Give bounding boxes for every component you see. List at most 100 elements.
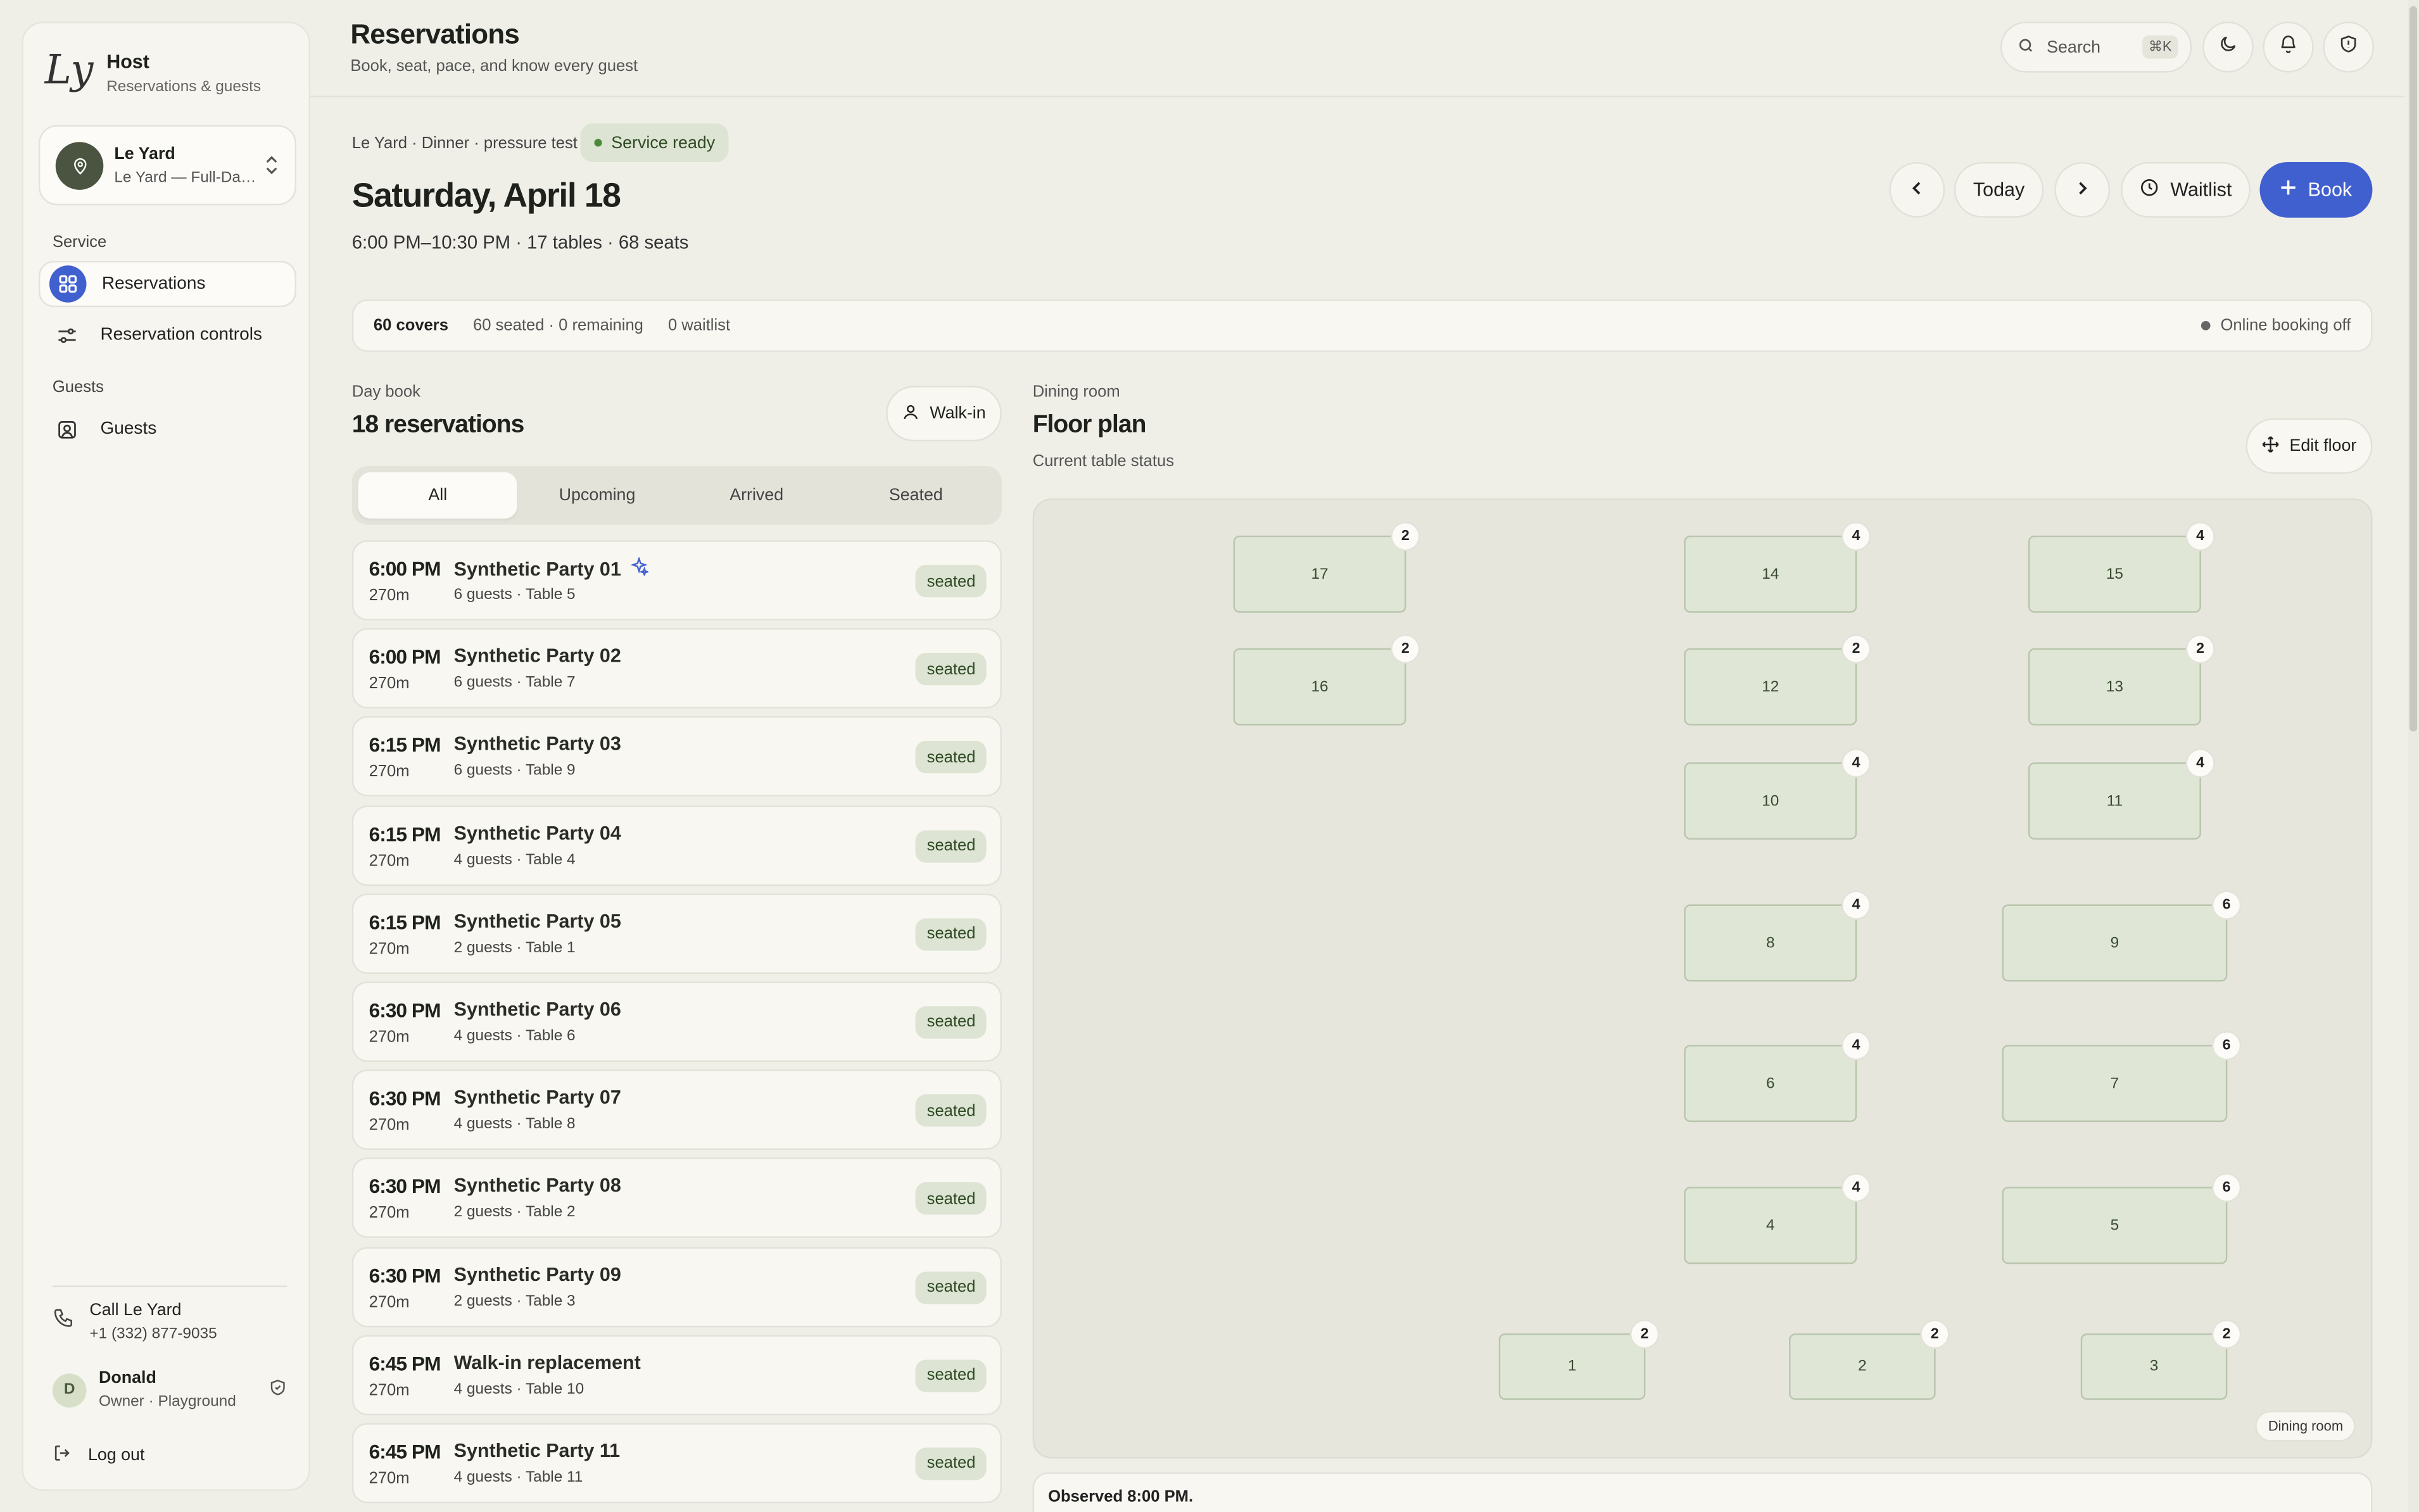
prev-day-button[interactable] (1889, 161, 1945, 218)
sidebar-item-label: Guests (100, 420, 157, 439)
logout-button[interactable]: Log out (53, 1443, 145, 1468)
sidebar-item-guests[interactable]: Guests (39, 406, 296, 452)
floor-table-3[interactable]: 3 2 (2080, 1321, 2240, 1400)
floor-table-14[interactable]: 14 4 (1684, 523, 1869, 613)
status-badge: seated (916, 1359, 987, 1392)
reservation-list: 6:00 PM 270m Synthetic Party 01 6 guests… (351, 540, 1002, 1511)
table-number: 13 (2106, 678, 2123, 696)
sidebar-item-reservations[interactable]: Reservations (38, 260, 296, 308)
sidebar-divider (52, 1285, 287, 1287)
page-title: Reservations (350, 18, 520, 49)
floor-table-7[interactable]: 7 6 (2002, 1032, 2240, 1123)
reservation-row[interactable]: 6:30 PM 270m Synthetic Party 09 2 guests… (351, 1246, 1002, 1327)
room-tag[interactable]: Dining room (2256, 1410, 2356, 1442)
table-number: 16 (1311, 678, 1329, 696)
reservation-name: Synthetic Party 07 (453, 1087, 621, 1109)
sidebar-item-reservation-controls[interactable]: Reservation controls (39, 312, 296, 358)
app-root: Ly Host Reservations & guests Le Yard Le… (0, 0, 2419, 1512)
table-capacity: 2 (1392, 636, 1419, 662)
reservation-row[interactable]: 6:30 PM 270m Synthetic Party 07 4 guests… (351, 1069, 1002, 1150)
reservation-row[interactable]: 6:45 PM 270m Synthetic Party 11 4 guests… (351, 1423, 1002, 1503)
sliders-icon (48, 317, 85, 354)
security-button[interactable] (2323, 22, 2374, 73)
theme-toggle-button[interactable] (2202, 22, 2254, 73)
venue-switcher[interactable]: Le Yard Le Yard — Full-Da… (38, 125, 296, 206)
floor-table-11[interactable]: 11 4 (2028, 750, 2214, 840)
floor-table-8[interactable]: 8 4 (1684, 891, 1869, 982)
reservation-row[interactable]: 6:30 PM 270m Synthetic Party 06 4 guests… (351, 981, 1002, 1062)
user-profile[interactable]: D Donald Owner · Playground (52, 1369, 287, 1411)
reservation-row[interactable]: 6:30 PM 270m Synthetic Party 08 2 guests… (351, 1157, 1002, 1238)
floor-table-10[interactable]: 10 4 (1684, 750, 1869, 840)
search-input[interactable]: Search ⌘K (2000, 22, 2192, 73)
reservation-name: Synthetic Party 04 (453, 822, 621, 844)
observed-note: Observed 8:00 PM. (1032, 1472, 2373, 1512)
floor-table-16[interactable]: 16 2 (1233, 636, 1419, 726)
floor-table-17[interactable]: 17 2 (1233, 523, 1419, 613)
edit-floor-button[interactable]: Edit floor (2245, 418, 2373, 474)
table-capacity: 2 (1921, 1321, 1948, 1347)
next-day-button[interactable] (2054, 161, 2111, 218)
floor-plan-canvas: 17 2 14 4 15 4 16 2 12 2 13 2 10 4 11 4 (1032, 498, 2373, 1459)
reservation-row[interactable]: 6:00 PM 270m Synthetic Party 01 6 guests… (351, 540, 1002, 621)
reservation-duration: 270m (369, 1469, 410, 1488)
floor-table-15[interactable]: 15 4 (2028, 523, 2214, 613)
floor-table-13[interactable]: 13 2 (2028, 636, 2214, 726)
tab-all[interactable]: All (358, 472, 518, 519)
reservation-name: Synthetic Party 09 (453, 1263, 621, 1285)
today-button[interactable]: Today (1954, 161, 2044, 218)
tab-upcoming[interactable]: Upcoming (517, 472, 677, 519)
sparkle-icon (630, 556, 651, 581)
phone-icon (53, 1307, 74, 1337)
reservation-time: 6:00 PM (369, 645, 441, 669)
book-button[interactable]: Book (2259, 161, 2373, 218)
notifications-button[interactable] (2263, 22, 2314, 73)
reservation-time: 6:30 PM (369, 1263, 441, 1287)
call-phone: +1 (332) 877-9035 (89, 1325, 217, 1343)
floor-table-6[interactable]: 6 4 (1684, 1032, 1869, 1123)
floor-table-1[interactable]: 1 2 (1498, 1321, 1658, 1400)
stat-seated: 60 seated · 0 remaining (473, 316, 643, 335)
table-capacity: 6 (2213, 891, 2240, 919)
table-capacity: 4 (1843, 750, 1869, 777)
table-number: 15 (2106, 565, 2123, 583)
table-number: 1 (1567, 1358, 1577, 1375)
nav-section-service: Service (52, 233, 107, 252)
tab-arrived[interactable]: Arrived (677, 472, 837, 519)
reservation-row[interactable]: 6:00 PM 270m Synthetic Party 02 6 guests… (351, 628, 1002, 709)
reservation-duration: 270m (369, 1380, 410, 1400)
floor-table-5[interactable]: 5 6 (2002, 1174, 2240, 1264)
service-hours: 6:00 PM–10:30 PM · 17 tables · 68 seats (351, 231, 689, 253)
table-capacity: 4 (1843, 1032, 1869, 1059)
call-venue[interactable]: Call Le Yard +1 (332) 877-9035 (53, 1301, 217, 1343)
floor-table-4[interactable]: 4 4 (1684, 1174, 1869, 1264)
book-label: Book (2308, 179, 2353, 201)
reservation-time: 6:30 PM (369, 998, 441, 1022)
floor-table-12[interactable]: 12 2 (1684, 636, 1869, 726)
reservation-name-text: Synthetic Party 01 (453, 558, 621, 580)
reservation-row[interactable]: 6:15 PM 270m Synthetic Party 03 6 guests… (351, 716, 1002, 797)
reservation-row[interactable]: 6:15 PM 270m Synthetic Party 05 2 guests… (351, 893, 1002, 974)
person-icon (902, 402, 920, 425)
logout-label: Log out (87, 1446, 145, 1465)
waitlist-button[interactable]: Waitlist (2121, 161, 2251, 218)
walk-in-button[interactable]: Walk-in (886, 386, 1002, 442)
scrollbar-thumb[interactable] (2409, 6, 2418, 732)
status-badge: seated (916, 1182, 987, 1216)
table-capacity: 4 (1843, 523, 1869, 550)
venue-location: Le Yard — Full-Da… (114, 170, 256, 187)
shield-alert-icon (2339, 33, 2359, 61)
floor-table-9[interactable]: 9 6 (2002, 891, 2240, 982)
table-capacity: 4 (1843, 1174, 1869, 1201)
reservation-meta: 4 guests · Table 4 (453, 851, 576, 869)
tab-seated[interactable]: Seated (837, 472, 996, 519)
reservation-row[interactable]: 6:15 PM 270m Synthetic Party 04 4 guests… (351, 805, 1002, 886)
search-shortcut: ⌘K (2142, 35, 2178, 59)
reservation-row[interactable]: 6:45 PM 270m Walk-in replacement 4 guest… (351, 1334, 1002, 1415)
floor-table-2[interactable]: 2 2 (1789, 1321, 1948, 1400)
reservation-name: Synthetic Party 01 (453, 556, 651, 581)
reservation-time: 6:00 PM (369, 557, 441, 581)
service-date: Saturday, April 18 (351, 175, 621, 215)
reservation-meta: 2 guests · Table 2 (453, 1204, 576, 1221)
move-icon (2262, 434, 2280, 458)
